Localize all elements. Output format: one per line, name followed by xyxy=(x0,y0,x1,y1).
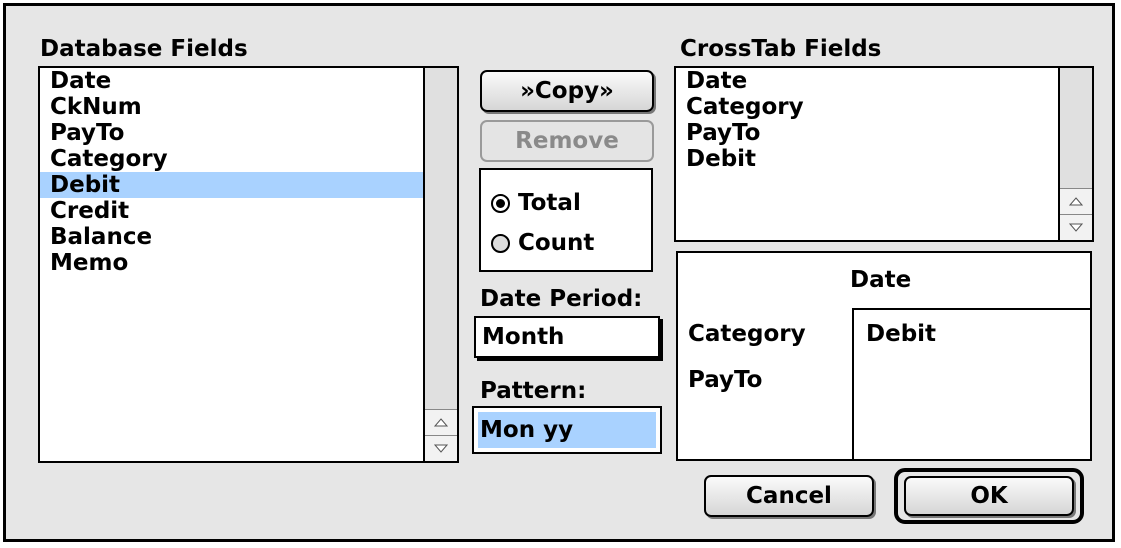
scroll-up-arrow-icon[interactable] xyxy=(425,409,457,435)
data-field-debit: Debit xyxy=(866,321,937,347)
database-fields-label: Database Fields xyxy=(40,36,248,62)
list-item-balance[interactable]: Balance xyxy=(40,224,423,250)
summary-type-group: Total Count xyxy=(479,168,653,272)
database-fields-scrollbar[interactable] xyxy=(423,68,457,461)
row-field-payto: PayTo xyxy=(688,367,763,393)
database-fields-list[interactable]: Date CkNum PayTo Category Debit Credit B… xyxy=(38,66,459,463)
count-radio[interactable]: Count xyxy=(491,230,594,256)
pattern-label: Pattern: xyxy=(480,378,587,404)
count-radio-label: Count xyxy=(518,230,595,256)
preview-header-divider xyxy=(852,308,1090,310)
list-item-category[interactable]: Category xyxy=(40,146,423,172)
crosstab-fields-list[interactable]: Date Category PayTo Debit xyxy=(674,66,1094,242)
preview-row-divider xyxy=(852,308,854,459)
crosstab-fields-label: CrossTab Fields xyxy=(680,36,882,62)
list-item-credit[interactable]: Credit xyxy=(40,198,423,224)
date-period-popup[interactable]: Month xyxy=(474,316,660,358)
list-item-debit[interactable]: Debit xyxy=(40,172,423,198)
total-radio[interactable]: Total xyxy=(491,190,581,216)
scroll-up-arrow-icon[interactable] xyxy=(1060,188,1092,214)
ok-button[interactable]: OK xyxy=(904,476,1074,516)
scroll-down-arrow-icon[interactable] xyxy=(1060,214,1092,240)
date-period-label: Date Period: xyxy=(480,286,643,312)
total-radio-label: Total xyxy=(518,190,581,216)
pattern-field-frame: Mon yy xyxy=(472,406,662,454)
radio-selected-icon xyxy=(491,193,510,213)
list-item-date[interactable]: Date xyxy=(40,68,423,94)
crosstab-item-date[interactable]: Date xyxy=(676,68,1058,94)
column-field-label: Date xyxy=(850,267,912,293)
cancel-button[interactable]: Cancel xyxy=(704,475,874,517)
crosstab-layout-preview: Date Category PayTo Debit xyxy=(676,251,1092,461)
scroll-down-arrow-icon[interactable] xyxy=(425,435,457,461)
crosstab-item-payto[interactable]: PayTo xyxy=(676,120,1058,146)
crosstab-item-category[interactable]: Category xyxy=(676,94,1058,120)
list-item-payto[interactable]: PayTo xyxy=(40,120,423,146)
pattern-input[interactable]: Mon yy xyxy=(478,412,656,448)
copy-button[interactable]: »Copy» xyxy=(480,70,654,112)
list-item-cknum[interactable]: CkNum xyxy=(40,94,423,120)
remove-button[interactable]: Remove xyxy=(480,120,654,162)
crosstab-item-debit[interactable]: Debit xyxy=(676,146,1058,172)
radio-unselected-icon xyxy=(491,233,510,253)
crosstab-fields-scrollbar[interactable] xyxy=(1058,68,1092,240)
list-item-memo[interactable]: Memo xyxy=(40,250,423,276)
ok-button-default-ring: OK xyxy=(894,468,1084,524)
row-field-category: Category xyxy=(688,321,806,347)
